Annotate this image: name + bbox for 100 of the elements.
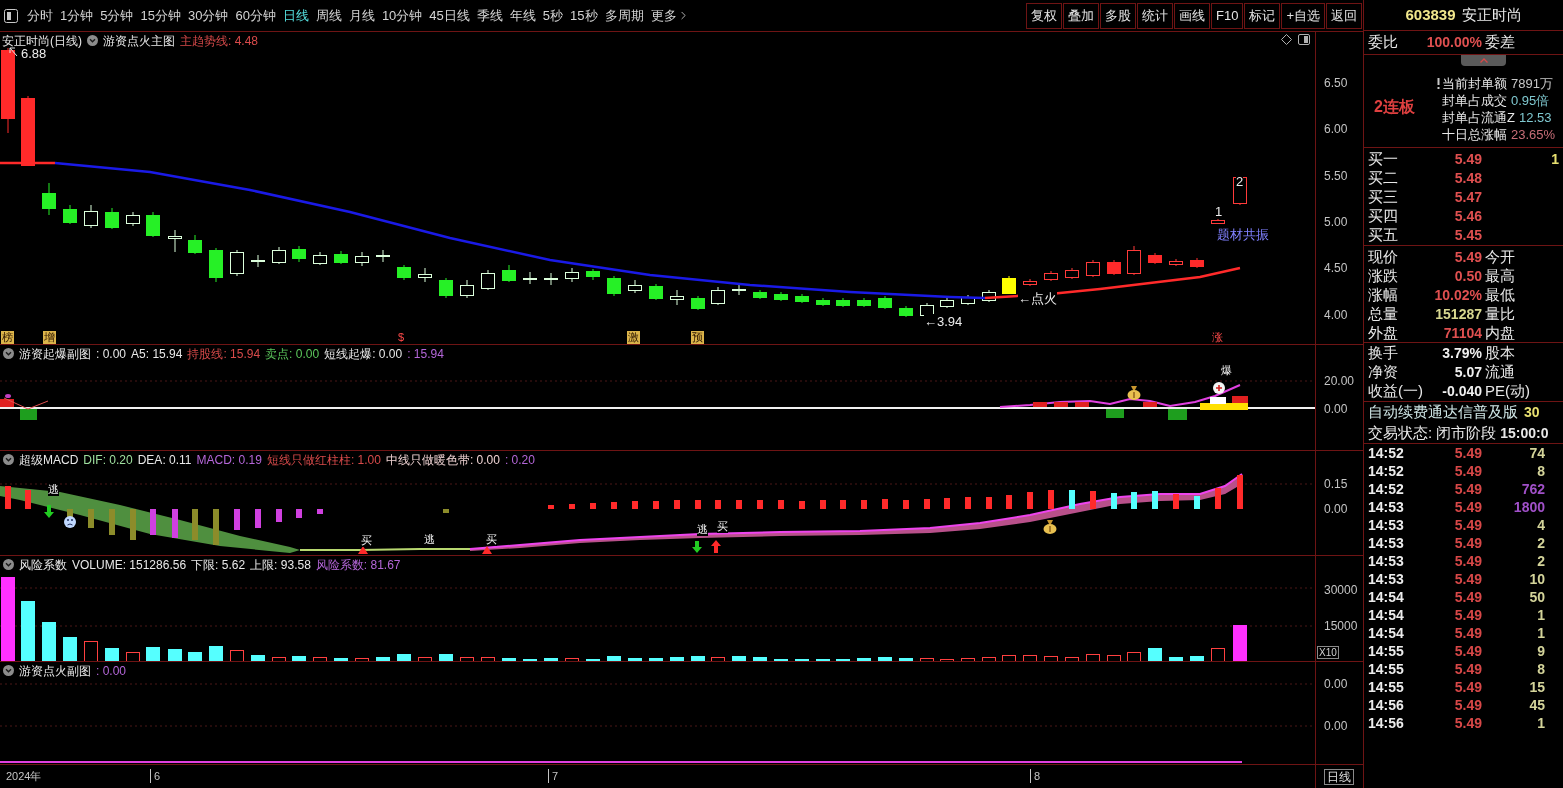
bid-price: 5.45 xyxy=(1453,226,1482,245)
period-tab[interactable]: 日线 xyxy=(282,4,309,27)
period-tab[interactable]: 季线 xyxy=(476,4,503,27)
volume-bar xyxy=(168,649,182,661)
volume-bar xyxy=(146,647,160,661)
period-tab[interactable]: 30分钟 xyxy=(187,4,229,27)
macd-bar xyxy=(715,500,721,509)
signal-bar xyxy=(0,399,14,407)
field-value: 5.49 xyxy=(1453,248,1482,267)
macd-bar xyxy=(674,500,680,509)
candlestick xyxy=(1023,278,1037,287)
macd-bar xyxy=(653,501,659,509)
period-tab[interactable]: 5分钟 xyxy=(100,4,134,27)
period-tab[interactable]: 多周期 xyxy=(604,4,644,27)
period-tab[interactable]: 15分钟 xyxy=(140,4,181,27)
more-menu-button[interactable]: 更多 xyxy=(650,4,690,27)
candlestick xyxy=(1044,270,1058,282)
toolbar-button[interactable]: 返回 xyxy=(1326,2,1362,29)
chart-annotation: 题材共振 xyxy=(1217,227,1269,242)
field-label: 最低 xyxy=(1485,285,1515,306)
volume-bar xyxy=(732,656,746,661)
diamond-icon[interactable] xyxy=(1281,34,1292,45)
indicator-title: 游资起爆副图 xyxy=(19,345,91,363)
signal-dot-icon xyxy=(5,394,11,398)
chart-annotation: 6.88 xyxy=(21,46,47,61)
volume-bar xyxy=(1211,648,1225,661)
period-tab[interactable]: 45日线 xyxy=(429,4,470,27)
candlestick xyxy=(209,247,223,283)
period-tab[interactable]: 10分钟 xyxy=(381,4,423,27)
tick-time: 14:54 xyxy=(1367,623,1405,643)
toolbar-button[interactable]: 叠加 xyxy=(1063,2,1099,29)
toolbar-button[interactable]: 复权 xyxy=(1026,2,1062,29)
collapse-icon[interactable] xyxy=(3,665,14,676)
period-tab[interactable]: 月线 xyxy=(348,4,375,27)
field-label: 最高 xyxy=(1485,266,1515,287)
period-tab[interactable]: 5秒 xyxy=(542,4,564,27)
period-tab[interactable]: 周线 xyxy=(315,4,342,27)
period-tab[interactable]: 分时 xyxy=(27,4,53,27)
toolbar-button[interactable]: 多股 xyxy=(1100,2,1136,29)
indicator-readout: DEA: 0.11 xyxy=(137,451,192,469)
tick-time: 14:56 xyxy=(1367,713,1405,733)
indicator-readout: 主趋势线: 4.48 xyxy=(180,32,259,50)
volume-bar xyxy=(84,641,98,661)
triangle-marker-icon xyxy=(482,546,492,554)
collapse-icon[interactable] xyxy=(3,348,14,359)
field-label: 外盘 xyxy=(1367,323,1399,344)
candlestick xyxy=(565,267,579,283)
field-value: 12.53 xyxy=(1518,109,1552,126)
toolbar-button[interactable]: 标记 xyxy=(1244,2,1281,29)
field-value: 151287 xyxy=(1434,305,1482,324)
macd-bar xyxy=(820,500,826,509)
date-label: 7 xyxy=(548,769,559,783)
collapse-icon[interactable] xyxy=(3,559,14,570)
toolbar-button[interactable]: F10 xyxy=(1211,2,1244,29)
field-label: 买一 xyxy=(1367,149,1399,170)
period-tab[interactable]: 年线 xyxy=(509,4,536,27)
signal-mark: $ xyxy=(398,331,405,344)
plus-circle-icon xyxy=(1213,382,1225,394)
period-button[interactable]: 日线 xyxy=(1324,768,1354,785)
panel-toggle-icon[interactable] xyxy=(1298,34,1310,45)
collapse-icon[interactable] xyxy=(87,35,98,46)
volume-bar xyxy=(1233,625,1247,661)
toolbar-button[interactable]: 统计 xyxy=(1137,2,1173,29)
tick-time: 14:54 xyxy=(1367,605,1405,625)
indicator-readout: : 0.00 xyxy=(96,345,127,363)
period-tab[interactable]: 15秒 xyxy=(570,4,598,27)
candlestick xyxy=(795,293,809,304)
collapse-icon[interactable] xyxy=(3,454,14,465)
candlestick xyxy=(857,297,871,308)
candlestick xyxy=(1086,259,1100,278)
field-label: 流通 xyxy=(1485,362,1515,383)
candlestick xyxy=(1190,257,1204,269)
toolbar-button[interactable]: 画线 xyxy=(1174,2,1210,29)
candlestick xyxy=(1211,218,1225,224)
candlestick xyxy=(1233,177,1247,206)
indicator-readout: : 0.00 xyxy=(96,662,127,680)
volume-bar xyxy=(1190,656,1204,661)
period-tab[interactable]: 1分钟 xyxy=(60,4,94,27)
candlestick xyxy=(272,246,286,265)
volume-bar xyxy=(1065,657,1079,661)
macd-bar xyxy=(882,499,888,509)
period-tab[interactable]: 60分钟 xyxy=(235,4,276,27)
candlestick xyxy=(940,297,954,309)
macd-bar xyxy=(590,503,596,509)
volume-bar xyxy=(670,657,684,661)
money-bag-icon xyxy=(1043,520,1057,534)
sidebar-toggle-icon[interactable] xyxy=(4,8,18,23)
date-label: 2024年 xyxy=(6,769,42,783)
signal-mark: 涨 xyxy=(1212,331,1223,344)
tick-time: 14:53 xyxy=(1367,497,1405,517)
candlestick xyxy=(334,250,348,265)
toolbar-button[interactable]: +自选 xyxy=(1281,2,1325,29)
indicator-readout: 中线只做暖色带: 0.00 xyxy=(385,451,500,469)
candlestick xyxy=(670,289,684,306)
macd-bar xyxy=(903,500,909,509)
candlestick xyxy=(982,289,996,303)
macd-bar xyxy=(778,500,784,509)
chart-title: 安正时尚(日线) xyxy=(2,32,82,49)
money-bag-icon xyxy=(1127,386,1141,400)
tick-price: 5.49 xyxy=(1453,713,1482,733)
